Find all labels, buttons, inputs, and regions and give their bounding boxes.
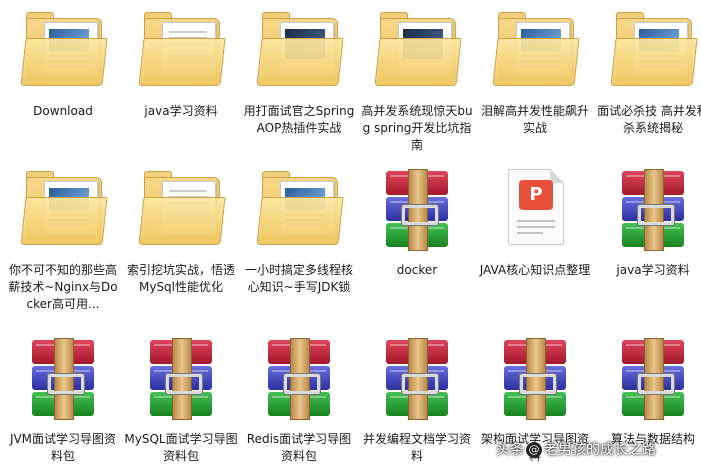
item-label: MySQL面试学习导图资料包 — [124, 432, 238, 463]
item-label: java学习资料 — [144, 104, 218, 118]
folder-icon — [254, 8, 344, 92]
watermark-account: 老男孩的成长之路 — [544, 442, 656, 458]
item-label: Redis面试学习导图资料包 — [246, 432, 352, 463]
folder-icon — [372, 8, 462, 92]
folder-icon — [136, 8, 226, 92]
item-label: docker — [396, 263, 438, 277]
item-label: 泪解高并发性能飙升实战 — [480, 104, 589, 135]
folder-icon — [18, 8, 108, 92]
watermark-at-icon: @ — [526, 442, 542, 458]
winrar-archive-icon — [254, 336, 344, 420]
folder-icon — [136, 167, 226, 251]
winrar-archive-icon — [608, 336, 698, 420]
item-label: Download — [33, 104, 93, 118]
winrar-archive-icon — [608, 167, 698, 251]
item-label: java学习资料 — [616, 263, 690, 277]
item-label: 一小时搞定多线程核心知识~手写JDK锁 — [244, 263, 353, 294]
file-grid: Download java学习资料 用打面试官之SpringAOP热插件实战 高并发系… — [0, 0, 701, 472]
item-label: 面试必杀技 高并发秒杀系统揭秘 — [597, 104, 701, 135]
folder-icon — [608, 8, 698, 92]
winrar-archive-icon — [136, 336, 226, 420]
folder-icon — [490, 8, 580, 92]
folder-icon — [18, 167, 108, 251]
item-label: 你不可不知的那些高薪技术~Nginx与Docker高可用... — [8, 263, 118, 311]
item-label: JAVA核心知识点整理 — [479, 263, 591, 277]
winrar-archive-icon — [490, 336, 580, 420]
winrar-archive-icon — [372, 336, 462, 420]
item-label: 并发编程文档学习资料 — [362, 432, 471, 463]
item-label: 高并发系统现惊天bug spring开发比坑指南 — [361, 104, 473, 152]
item-label: 用打面试官之SpringAOP热插件实战 — [243, 104, 355, 135]
item-label: JVM面试学习导图资料包 — [9, 432, 117, 463]
winrar-archive-icon — [18, 336, 108, 420]
watermark-prefix: 头条 — [496, 442, 524, 458]
winrar-archive-icon — [372, 167, 462, 251]
folder-icon — [254, 167, 344, 251]
watermark: 头条 @ 老男孩的成长之路 — [496, 437, 656, 463]
item-label: 索引挖坑实战，悟透MySql性能优化 — [126, 263, 235, 294]
pdf-document-icon: P — [490, 167, 580, 251]
